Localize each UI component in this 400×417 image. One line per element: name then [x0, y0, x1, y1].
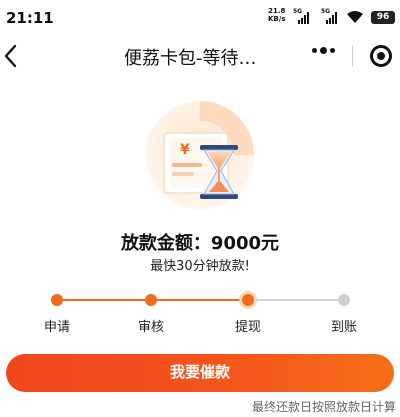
- chevron-left-icon[interactable]: [2, 42, 20, 70]
- step-label-withdraw: 提现: [234, 320, 261, 335]
- step-label-review: 审核: [137, 320, 164, 335]
- status-bar: 21:11 21.8 KB/s 5G 5G 96: [0, 0, 400, 36]
- step-dot-apply: [51, 294, 63, 306]
- step-label-apply: 申请: [43, 320, 70, 335]
- step-dot-arrival: [338, 294, 350, 306]
- network-speed-value: 21.8: [268, 7, 286, 15]
- bill-symbol: ¥: [180, 142, 190, 158]
- progress-steps: 申请 审核 提现 到账: [0, 288, 400, 338]
- loan-waiting-illustration: ¥: [146, 101, 254, 209]
- repayment-footnote: 最终还款日按照放款日计算: [251, 400, 396, 414]
- target-circle-icon[interactable]: [370, 45, 392, 67]
- progress-line-pending: [249, 299, 344, 301]
- more-dots-icon[interactable]: [312, 47, 335, 54]
- battery-icon: 96: [371, 11, 395, 24]
- nav-bar: 便荔卡包-等待…: [0, 36, 400, 76]
- battery-level: 96: [376, 12, 390, 22]
- network-speed-unit: KB/s: [268, 15, 286, 23]
- signal-bars-icon: [298, 12, 309, 24]
- loan-eta: 最快30分钟放款!: [150, 259, 250, 274]
- capsule-divider: [352, 46, 353, 66]
- network-speed: 21.8 KB/s: [268, 7, 285, 23]
- page-title: 便荔卡包-等待…: [124, 48, 257, 69]
- loan-amount: 放款金额：9000元: [120, 233, 280, 254]
- wifi-icon: [347, 11, 363, 23]
- step-dot-withdraw: [242, 294, 254, 306]
- signal-bars-icon: [326, 12, 337, 24]
- mini-program-capsule: [300, 38, 400, 74]
- clock: 21:11: [6, 9, 54, 27]
- step-label-arrival: 到账: [330, 320, 357, 335]
- step-dot-review: [145, 294, 157, 306]
- urge-payout-button[interactable]: 我要催款: [6, 354, 394, 392]
